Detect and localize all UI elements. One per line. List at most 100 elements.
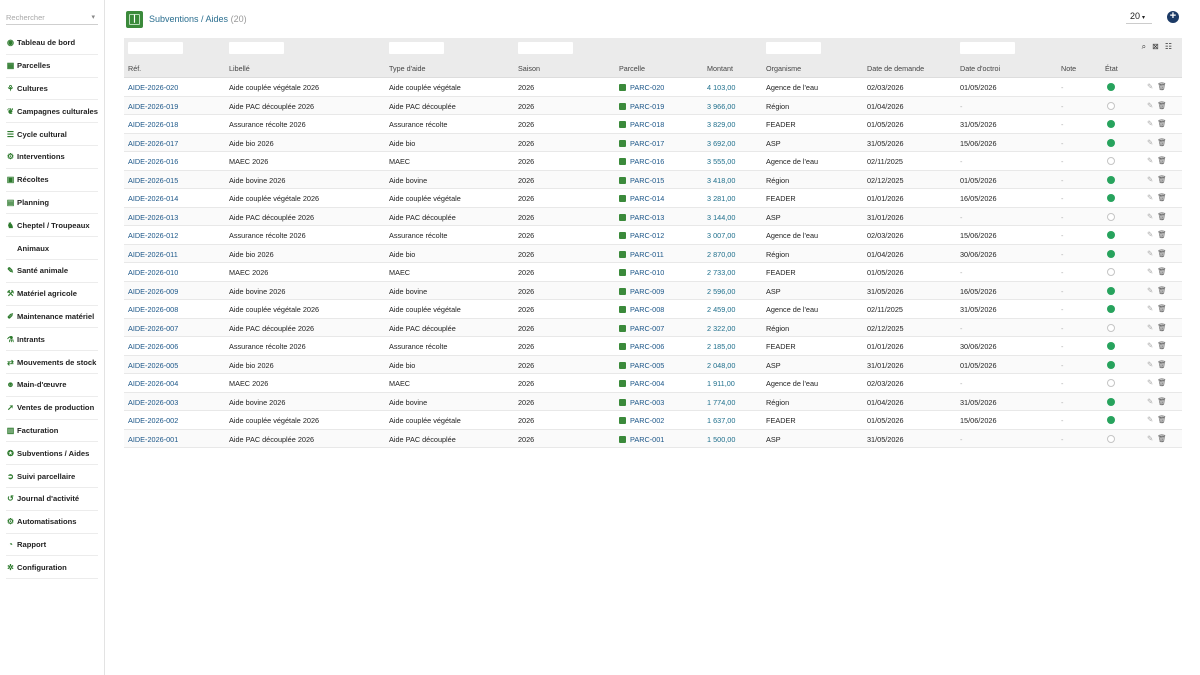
edit-icon[interactable]: ✎ bbox=[1147, 286, 1153, 295]
edit-icon[interactable]: ✎ bbox=[1147, 360, 1153, 369]
parcel-link[interactable]: PARC-013 bbox=[630, 213, 664, 222]
table-row[interactable]: AIDE-2026-004 MAEC 2026 MAEC 2026 PARC-004 1 … bbox=[124, 374, 1182, 393]
edit-icon[interactable]: ✎ bbox=[1147, 119, 1153, 128]
ref-cell[interactable]: AIDE-2026-005 bbox=[128, 361, 178, 370]
parcelle-cell[interactable]: PARC-016 bbox=[619, 157, 664, 166]
column-header[interactable]: Type d'aide bbox=[389, 64, 426, 73]
edit-icon[interactable]: ✎ bbox=[1147, 323, 1153, 332]
sidebar-item-facturation[interactable]: ▥ Facturation bbox=[6, 420, 98, 443]
chevron-down-icon[interactable]: ▾ bbox=[91, 13, 95, 21]
sidebar-item-tableau-de-bord[interactable]: ◉ Tableau de bord bbox=[6, 32, 98, 55]
parcel-link[interactable]: PARC-002 bbox=[630, 416, 664, 425]
parcelle-cell[interactable]: PARC-002 bbox=[619, 416, 664, 425]
parcel-link[interactable]: PARC-019 bbox=[630, 102, 664, 111]
parcelle-cell[interactable]: PARC-014 bbox=[619, 194, 664, 203]
ref-cell[interactable]: AIDE-2026-011 bbox=[128, 250, 178, 259]
delete-icon[interactable]: 🗑︎ bbox=[1157, 434, 1167, 443]
parcelle-cell[interactable]: PARC-013 bbox=[619, 213, 664, 222]
delete-icon[interactable]: 🗑︎ bbox=[1157, 378, 1167, 387]
sidebar-item-cycle-cultural[interactable]: ☰ Cycle cultural bbox=[6, 123, 98, 146]
sidebar-item-interventions[interactable]: ⚙ Interventions bbox=[6, 146, 98, 169]
parcel-link[interactable]: PARC-015 bbox=[630, 176, 664, 185]
delete-icon[interactable]: 🗑︎ bbox=[1157, 138, 1167, 147]
sidebar-item-rapport[interactable]: ◔ Rapport bbox=[6, 534, 98, 557]
delete-icon[interactable]: 🗑︎ bbox=[1157, 286, 1167, 295]
ref-cell[interactable]: AIDE-2026-006 bbox=[128, 342, 178, 351]
search-box[interactable]: ▾ bbox=[6, 10, 98, 25]
table-row[interactable]: AIDE-2026-003 Aide bovine 2026 Aide bovine… bbox=[124, 392, 1182, 411]
edit-icon[interactable]: ✎ bbox=[1147, 434, 1153, 443]
parcel-link[interactable]: PARC-009 bbox=[630, 287, 664, 296]
ref-cell[interactable]: AIDE-2026-019 bbox=[128, 102, 178, 111]
table-row[interactable]: AIDE-2026-005 Aide bio 2026 Aide bio 2026 PA… bbox=[124, 355, 1182, 374]
delete-icon[interactable]: 🗑︎ bbox=[1157, 101, 1167, 110]
filter-saison[interactable] bbox=[518, 42, 573, 54]
column-header[interactable]: Date d'octroi bbox=[960, 64, 1000, 73]
column-header[interactable]: Date de demande bbox=[867, 64, 924, 73]
sidebar-item-ventes-de-production[interactable]: ➚ Ventes de production bbox=[6, 397, 98, 420]
parcel-link[interactable]: PARC-007 bbox=[630, 324, 664, 333]
parcelle-cell[interactable]: PARC-020 bbox=[619, 83, 664, 92]
ref-cell[interactable]: AIDE-2026-004 bbox=[128, 379, 178, 388]
sidebar-item-configuration[interactable]: ✲ Configuration bbox=[6, 556, 98, 580]
parcel-link[interactable]: PARC-014 bbox=[630, 194, 664, 203]
edit-icon[interactable]: ✎ bbox=[1147, 230, 1153, 239]
delete-icon[interactable]: 🗑︎ bbox=[1157, 304, 1167, 313]
delete-icon[interactable]: 🗑︎ bbox=[1157, 415, 1167, 424]
parcelle-cell[interactable]: PARC-017 bbox=[619, 139, 664, 148]
table-row[interactable]: AIDE-2026-006 Assurance récolte 2026 Assur… bbox=[124, 337, 1182, 356]
parcel-link[interactable]: PARC-001 bbox=[630, 435, 664, 444]
column-header[interactable]: Libellé bbox=[229, 64, 250, 73]
delete-icon[interactable]: 🗑︎ bbox=[1157, 249, 1167, 258]
edit-icon[interactable]: ✎ bbox=[1147, 212, 1153, 221]
parcel-link[interactable]: PARC-008 bbox=[630, 305, 664, 314]
delete-icon[interactable]: 🗑︎ bbox=[1157, 341, 1167, 350]
ref-cell[interactable]: AIDE-2026-003 bbox=[128, 398, 178, 407]
ref-cell[interactable]: AIDE-2026-010 bbox=[128, 268, 178, 277]
delete-icon[interactable]: 🗑︎ bbox=[1157, 156, 1167, 165]
parcel-link[interactable]: PARC-005 bbox=[630, 361, 664, 370]
edit-icon[interactable]: ✎ bbox=[1147, 249, 1153, 258]
sidebar-item-journal-d-activit[interactable]: ↺ Journal d'activité bbox=[6, 488, 98, 511]
parcel-link[interactable]: PARC-020 bbox=[630, 83, 664, 92]
sidebar-item-mat-riel-agricole[interactable]: ⚒ Matériel agricole bbox=[6, 283, 98, 306]
sidebar-item-maintenance-mat-riel[interactable]: ✐ Maintenance matériel bbox=[6, 306, 98, 329]
edit-icon[interactable]: ✎ bbox=[1147, 304, 1153, 313]
delete-icon[interactable]: 🗑︎ bbox=[1157, 212, 1167, 221]
columns-icon[interactable]: ☷ bbox=[1165, 42, 1172, 52]
sidebar-item-parcelles[interactable]: ▦ Parcelles bbox=[6, 55, 98, 78]
column-header[interactable]: Parcelle bbox=[619, 64, 645, 73]
sidebar-item-automatisations[interactable]: ⚙ Automatisations bbox=[6, 511, 98, 534]
edit-icon[interactable]: ✎ bbox=[1147, 397, 1153, 406]
sidebar-item-cheptel-troupeaux[interactable]: ♞ Cheptel / Troupeaux bbox=[6, 214, 98, 238]
ref-cell[interactable]: AIDE-2026-007 bbox=[128, 324, 178, 333]
parcelle-cell[interactable]: PARC-005 bbox=[619, 361, 664, 370]
sidebar-item-cultures[interactable]: ⚘ Cultures bbox=[6, 78, 98, 101]
table-row[interactable]: AIDE-2026-020 Aide couplée végétale 2026 A… bbox=[124, 78, 1182, 97]
sidebar-item-mouvements-de-stock[interactable]: ⇄ Mouvements de stock bbox=[6, 351, 98, 374]
edit-icon[interactable]: ✎ bbox=[1147, 378, 1153, 387]
delete-icon[interactable]: 🗑︎ bbox=[1157, 193, 1167, 202]
filter-type[interactable] bbox=[389, 42, 444, 54]
sidebar-item-subventions-aides[interactable]: ✪ Subventions / Aides bbox=[6, 442, 98, 466]
sidebar-item-animaux[interactable]: Animaux bbox=[6, 237, 98, 260]
table-row[interactable]: AIDE-2026-012 Assurance récolte 2026 Assur… bbox=[124, 226, 1182, 245]
column-header[interactable]: Saison bbox=[518, 64, 540, 73]
filter-libelle[interactable] bbox=[229, 42, 284, 54]
clear-filter-icon[interactable]: ⊠ bbox=[1152, 42, 1159, 52]
page-size-select[interactable]: 20 ▾ bbox=[1126, 11, 1152, 24]
parcelle-cell[interactable]: PARC-019 bbox=[619, 102, 664, 111]
column-header[interactable]: Note bbox=[1061, 64, 1076, 73]
table-row[interactable]: AIDE-2026-011 Aide bio 2026 Aide bio 2026 PA… bbox=[124, 244, 1182, 263]
parcelle-cell[interactable]: PARC-004 bbox=[619, 379, 664, 388]
ref-cell[interactable]: AIDE-2026-002 bbox=[128, 416, 178, 425]
table-row[interactable]: AIDE-2026-018 Assurance récolte 2026 Assur… bbox=[124, 115, 1182, 134]
ref-cell[interactable]: AIDE-2026-014 bbox=[128, 194, 178, 203]
delete-icon[interactable]: 🗑︎ bbox=[1157, 267, 1167, 276]
table-row[interactable]: AIDE-2026-017 Aide bio 2026 Aide bio 2026 PA… bbox=[124, 133, 1182, 152]
parcelle-cell[interactable]: PARC-007 bbox=[619, 324, 664, 333]
parcelle-cell[interactable]: PARC-006 bbox=[619, 342, 664, 351]
parcelle-cell[interactable]: PARC-011 bbox=[619, 250, 664, 259]
table-row[interactable]: AIDE-2026-008 Aide couplée végétale 2026 A… bbox=[124, 300, 1182, 319]
column-header[interactable]: État bbox=[1105, 64, 1118, 73]
